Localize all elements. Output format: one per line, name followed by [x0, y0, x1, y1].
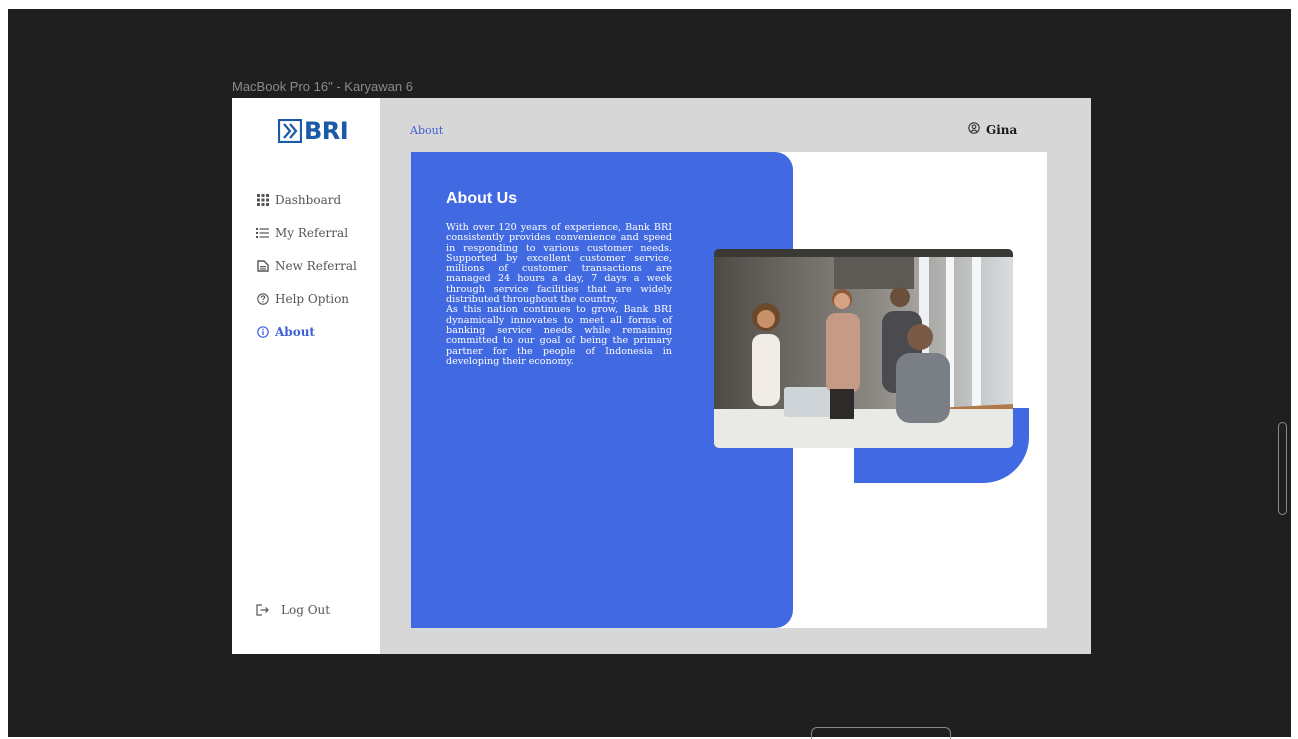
bri-logo-icon	[278, 119, 302, 143]
sidebar-item-label: My Referral	[275, 226, 349, 240]
grid-icon	[256, 194, 269, 207]
user-menu[interactable]: Gina	[968, 122, 1017, 137]
about-paragraph-2: As this nation continues to grow, Bank B…	[446, 304, 672, 367]
user-name: Gina	[986, 122, 1018, 137]
bottom-panel-handle[interactable]	[811, 727, 951, 739]
help-circle-icon	[256, 293, 269, 306]
sidebar-item-new-referral[interactable]: New Referral	[256, 256, 357, 276]
sidebar-item-about[interactable]: About	[256, 322, 315, 342]
breadcrumb: About	[410, 124, 444, 137]
about-text: With over 120 years of experience, Bank …	[446, 222, 672, 367]
sidebar: BRI Dashboard My Referral New Referral H…	[232, 98, 380, 654]
sidebar-item-dashboard[interactable]: Dashboard	[256, 190, 341, 210]
logout-button[interactable]: Log Out	[256, 600, 330, 620]
about-title: About Us	[446, 190, 518, 207]
scrollbar-handle[interactable]	[1278, 422, 1287, 515]
about-paragraph-1: With over 120 years of experience, Bank …	[446, 222, 672, 306]
bri-logo: BRI	[278, 117, 349, 145]
sidebar-item-help-option[interactable]: Help Option	[256, 289, 349, 309]
logout-icon	[256, 604, 269, 617]
sidebar-item-label: About	[275, 325, 315, 339]
team-photo	[714, 249, 1013, 448]
sidebar-item-label: Help Option	[275, 292, 350, 306]
sidebar-item-label: Dashboard	[275, 193, 342, 207]
logout-label: Log Out	[281, 603, 331, 617]
user-avatar-icon	[968, 122, 980, 137]
logo-text: BRI	[304, 117, 349, 145]
list-icon	[256, 227, 269, 240]
sidebar-item-label: New Referral	[275, 259, 357, 273]
frame-label: MacBook Pro 16" - Karyawan 6	[232, 79, 413, 94]
sidebar-item-my-referral[interactable]: My Referral	[256, 223, 348, 243]
info-circle-icon	[256, 326, 269, 339]
document-icon	[256, 260, 269, 273]
app-frame: BRI Dashboard My Referral New Referral H…	[232, 98, 1091, 654]
